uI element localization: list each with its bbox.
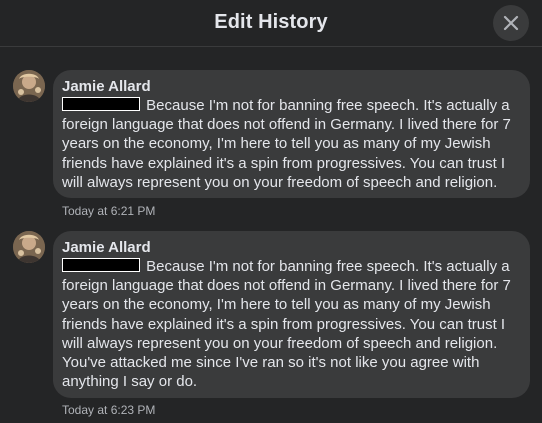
author-name[interactable]: Jamie Allard bbox=[62, 77, 518, 96]
close-icon bbox=[503, 15, 519, 31]
comment-text: Because I'm not for banning free speech.… bbox=[62, 96, 518, 192]
dialog-header: Edit History bbox=[0, 0, 542, 47]
timestamp[interactable]: Today at 6:21 PM bbox=[62, 204, 155, 218]
avatar[interactable] bbox=[13, 70, 45, 102]
comment-bubble: Jamie Allard Because I'm not for banning… bbox=[53, 231, 530, 398]
comment-bubble: Jamie Allard Because I'm not for banning… bbox=[53, 70, 530, 198]
dialog-title: Edit History bbox=[214, 11, 328, 33]
comment-text-body: Because I'm not for banning free speech.… bbox=[62, 258, 511, 391]
redaction-box bbox=[62, 97, 140, 111]
timestamp[interactable]: Today at 6:23 PM bbox=[62, 403, 155, 417]
close-button[interactable] bbox=[493, 5, 529, 41]
comment-text-body: Because I'm not for banning free speech.… bbox=[62, 97, 511, 191]
comment-text: Because I'm not for banning free speech.… bbox=[62, 257, 518, 391]
author-name[interactable]: Jamie Allard bbox=[62, 238, 518, 257]
avatar[interactable] bbox=[13, 231, 45, 263]
redaction-box bbox=[62, 258, 140, 272]
